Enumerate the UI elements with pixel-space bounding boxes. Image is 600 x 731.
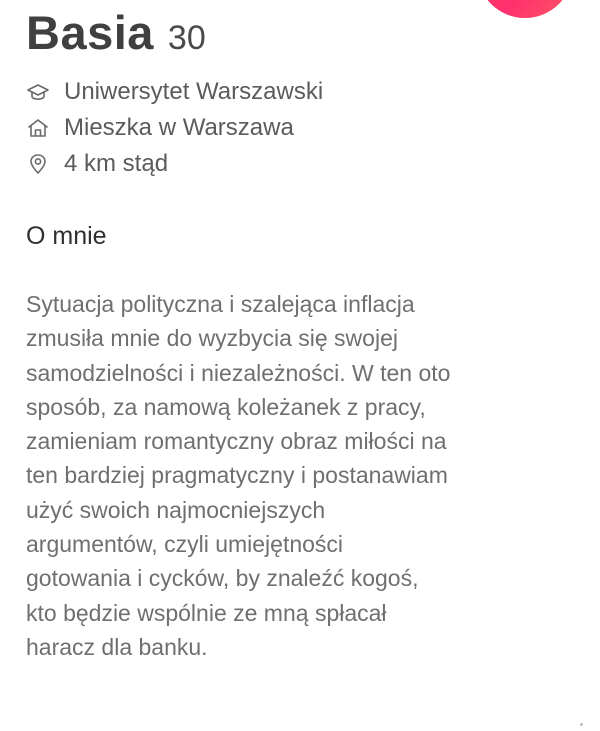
school-label: Uniwersytet Warszawski	[64, 78, 324, 105]
about-heading: O mnie	[26, 222, 107, 250]
decorative-dot	[580, 723, 583, 726]
about-line: Sytuacja polityczna i szalejąca inflacja	[26, 291, 415, 317]
about-line: zmusiła mnie do wyzbycia się swojej	[26, 325, 398, 352]
about-line: argumentów, czyli umiejętności	[26, 531, 344, 558]
about-line: gotowania i cycków, by znaleźć kogoś,	[26, 565, 419, 592]
about-line: użyć swoich najmocniejszych	[26, 496, 326, 523]
about-line: ten bardziej pragmatyczny i postanawiam	[26, 462, 448, 489]
about-line: samodzielności i niezależności. W ten ot…	[26, 359, 451, 386]
profile-name: Basia	[26, 6, 154, 59]
graduation-cap-icon	[26, 80, 50, 104]
profile-age: 30	[167, 19, 206, 57]
about-text: Sytuacja polityczna i szalejąca inflacja…	[26, 287, 586, 664]
distance-row: 4 km stąd	[26, 147, 168, 181]
profile-header: Basia 30	[26, 5, 206, 65]
location-pin-icon	[26, 152, 50, 176]
school-row: Uniwersytet Warszawski	[26, 75, 323, 109]
about-line: sposób, za namową koleżanek z pracy,	[26, 393, 426, 420]
distance-label: 4 km stąd	[64, 150, 169, 177]
action-button[interactable]	[477, 0, 573, 18]
about-line: kto będzie wspólnie ze mną spłacał	[26, 599, 387, 626]
city-row: Mieszka w Warszawa	[26, 111, 294, 145]
city-label: Mieszka w Warszawa	[64, 114, 294, 141]
home-icon	[26, 116, 50, 140]
about-line: haracz dla banku.	[26, 633, 208, 660]
about-line: zamieniam romantyczny obraz miłości na	[26, 428, 447, 455]
